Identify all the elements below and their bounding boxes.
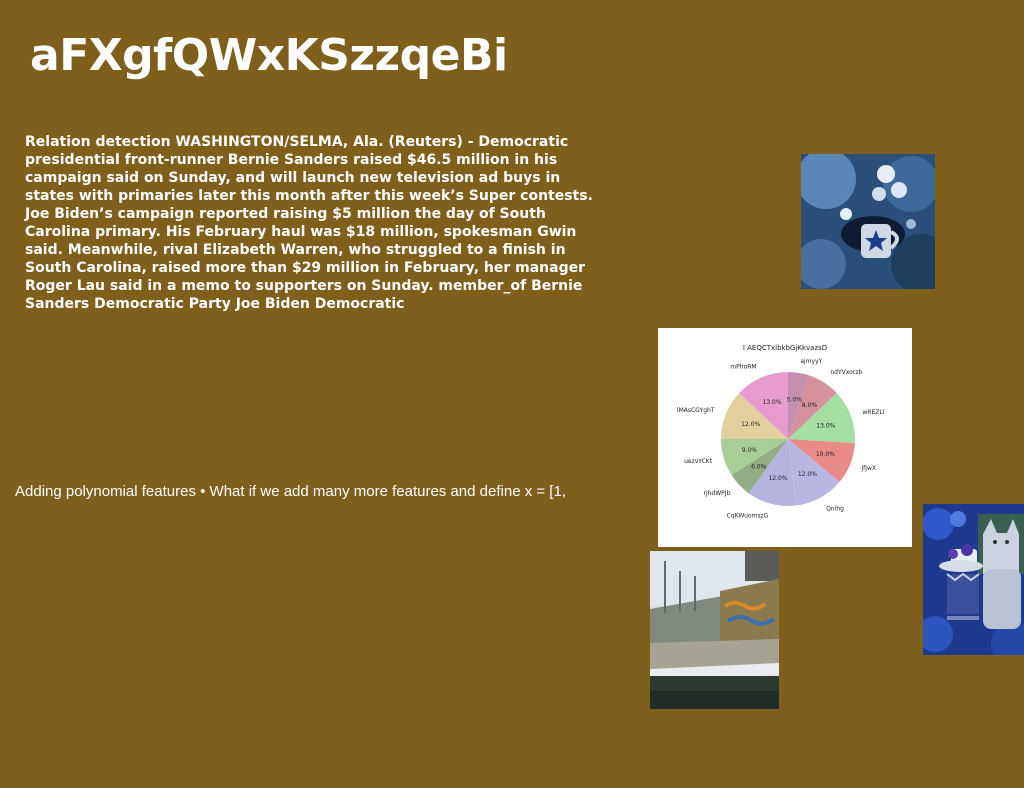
pie-pct-label: 8.0% (802, 402, 818, 409)
pie-pct-label: 10.0% (816, 451, 835, 458)
article-body: Relation detection WASHINGTON/SELMA, Ala… (25, 134, 593, 312)
pie-slice-label: ajmyyY (800, 358, 822, 365)
caption-text: Adding polynomial features • What if we … (15, 483, 566, 500)
pie-slice-label: rjhdWPJb (703, 490, 730, 497)
pie-pct-label: 13.0% (816, 422, 835, 429)
pie-slice-label: uezvYCKt (684, 458, 713, 465)
cat-teacup-photo (923, 504, 1024, 655)
chart-title: I AEQCTxlbkbGjKkvazsD (743, 344, 827, 352)
pie-pct-label: 6.0% (751, 464, 767, 471)
pie-pct-label: 13.0% (763, 399, 782, 406)
bridge-photo (650, 551, 779, 709)
pie-slice-label: jfjwX (861, 465, 876, 472)
pie-pct-label: 5.0% (787, 396, 803, 403)
pie-slice-label: CqKWuomszG (727, 513, 769, 520)
pie-chart: I AEQCTxlbkbGjKkvazsD 5.0% ajmyyY 8.0% ndYV… (658, 328, 912, 547)
pie-pct-label: 12.0% (768, 475, 787, 482)
page-title: aFXgfQWxKSzzqeBi (30, 30, 508, 81)
pie-slice-label: wREZLl (862, 409, 884, 416)
pie-pct-label: 9.0% (742, 447, 758, 454)
pie-slice-label: lMAsCGYghT (677, 407, 715, 414)
pie-pct-label: 12.0% (741, 421, 760, 428)
pie-slice-label: Qnihg (826, 505, 844, 512)
pie-slice-label: ndYVxorzb (830, 369, 862, 376)
pie-pct-label: 12.0% (798, 471, 817, 478)
pie-slice-label: mPhoRM (730, 363, 756, 370)
teacup-photo (801, 154, 935, 289)
